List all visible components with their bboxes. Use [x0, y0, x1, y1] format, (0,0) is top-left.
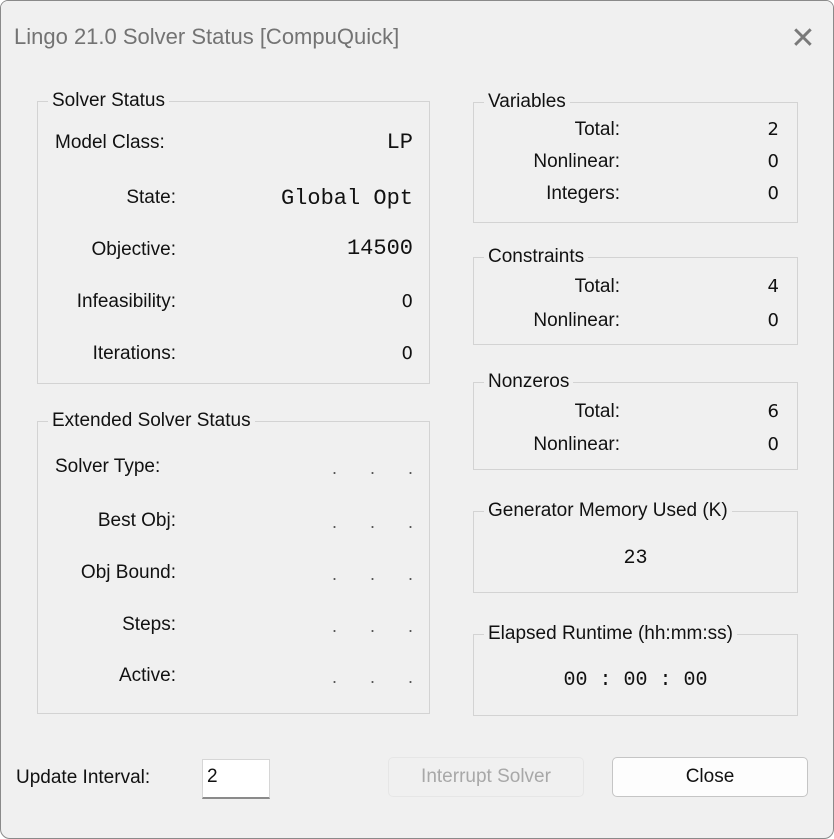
generator-memory-group: Generator Memory Used (K) 23: [473, 498, 798, 593]
state-value: Global Opt: [280, 186, 413, 211]
state-label: State:: [126, 187, 176, 208]
variables-group: Variables Total: 2 Nonlinear: 0 Integers…: [473, 89, 798, 223]
model-class-label: Model Class:: [55, 132, 165, 153]
best-obj-label: Best Obj:: [97, 510, 176, 531]
constraints-group: Constraints Total: 4 Nonlinear: 0: [473, 244, 798, 345]
solver-status-legend: Solver Status: [48, 88, 169, 114]
solver-type-label: Solver Type:: [55, 456, 161, 477]
iterations-label: Iterations:: [92, 343, 176, 364]
infeasibility-label: Infeasibility:: [76, 291, 176, 312]
interrupt-solver-button: Interrupt Solver: [388, 757, 584, 797]
constraints-nonlinear-label: Nonlinear:: [533, 310, 620, 331]
solver-status-group: Solver Status Model Class: LP State: Glo…: [37, 88, 430, 384]
objective-label: Objective:: [91, 239, 176, 260]
update-interval-input[interactable]: 2: [202, 759, 270, 799]
variables-total-label: Total:: [574, 119, 620, 140]
nonzeros-nonlinear-value: 0: [767, 434, 779, 455]
close-icon[interactable]: ✕: [783, 19, 823, 59]
close-button[interactable]: Close: [612, 757, 808, 797]
variables-integers-label: Integers:: [546, 183, 620, 204]
iterations-value: 0: [401, 343, 413, 364]
steps-value: . . .: [331, 616, 427, 636]
variables-legend: Variables: [484, 89, 570, 115]
nonzeros-legend: Nonzeros: [484, 369, 574, 395]
objective-value: 14500: [346, 236, 413, 261]
window-title: Lingo 21.0 Solver Status [CompuQuick]: [14, 24, 400, 49]
active-label: Active:: [118, 665, 176, 686]
nonzeros-total-value: 6: [767, 401, 779, 422]
generator-memory-value: 23: [623, 547, 648, 570]
steps-label: Steps:: [122, 614, 176, 635]
obj-bound-value: . . .: [331, 564, 427, 584]
obj-bound-label: Obj Bound:: [80, 562, 176, 583]
constraints-total-value: 4: [767, 276, 779, 297]
generator-memory-legend: Generator Memory Used (K): [484, 498, 732, 524]
solver-status-dialog: Lingo 21.0 Solver Status [CompuQuick] ✕ …: [0, 0, 834, 839]
extended-solver-status-group: Extended Solver Status Solver Type: . . …: [37, 408, 430, 714]
variables-integers-value: 0: [767, 183, 779, 204]
infeasibility-value: 0: [401, 291, 413, 312]
active-value: . . .: [331, 667, 427, 687]
elapsed-runtime-value: 00 : 00 : 00: [563, 669, 708, 692]
variables-nonlinear-label: Nonlinear:: [533, 151, 620, 172]
constraints-nonlinear-value: 0: [767, 310, 779, 331]
elapsed-runtime-legend: Elapsed Runtime (hh:mm:ss): [484, 621, 737, 647]
nonzeros-nonlinear-label: Nonlinear:: [533, 434, 620, 455]
title-bar[interactable]: Lingo 21.0 Solver Status [CompuQuick] ✕: [1, 1, 833, 79]
constraints-total-label: Total:: [574, 276, 620, 297]
elapsed-runtime-group: Elapsed Runtime (hh:mm:ss) 00 : 00 : 00: [473, 621, 798, 716]
variables-nonlinear-value: 0: [767, 151, 779, 172]
extended-status-legend: Extended Solver Status: [48, 408, 255, 434]
update-interval-label: Update Interval:: [16, 767, 151, 788]
solver-type-value: . . .: [331, 458, 427, 478]
constraints-legend: Constraints: [484, 244, 589, 270]
best-obj-value: . . .: [331, 512, 427, 532]
nonzeros-total-label: Total:: [574, 401, 620, 422]
variables-total-value: 2: [767, 119, 779, 140]
model-class-value: LP: [386, 130, 413, 155]
nonzeros-group: Nonzeros Total: 6 Nonlinear: 0: [473, 369, 798, 470]
